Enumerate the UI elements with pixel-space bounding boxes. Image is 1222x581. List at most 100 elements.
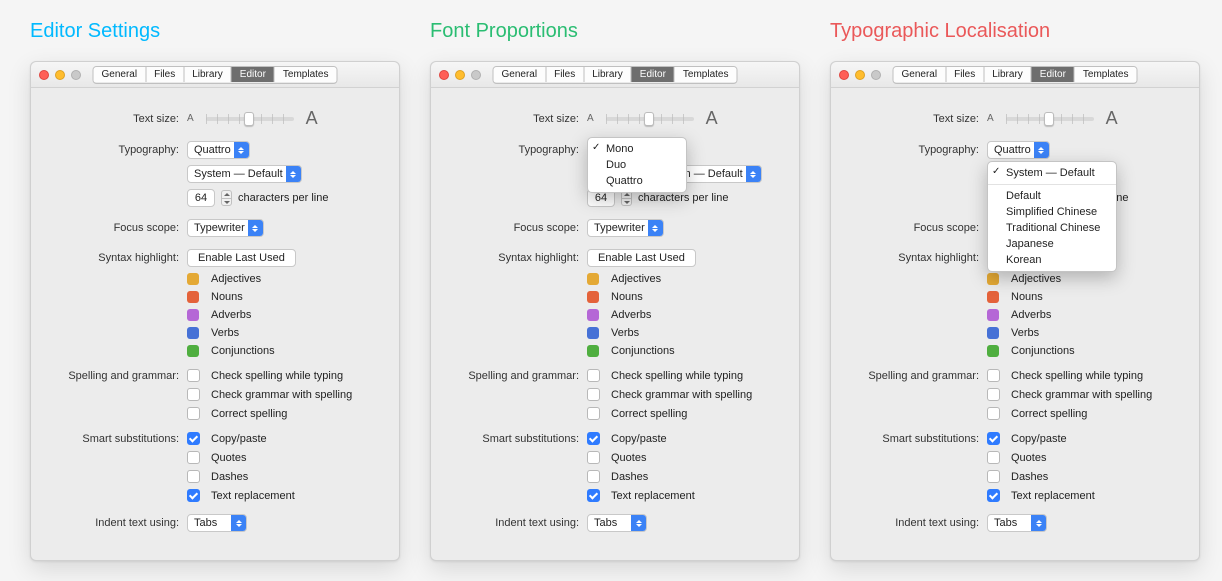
close-button[interactable] <box>839 70 849 80</box>
minimize-button[interactable] <box>455 70 465 80</box>
checkbox[interactable] <box>987 470 1000 483</box>
typography-option[interactable]: Quattro <box>588 173 686 189</box>
typography-select[interactable]: Quattro <box>187 141 250 159</box>
checkbox-label: Copy/paste <box>611 433 667 445</box>
checkbox[interactable] <box>987 388 1000 401</box>
typography-option[interactable]: Mono <box>588 141 686 157</box>
typography-select[interactable]: Quattro <box>987 141 1050 159</box>
system-font-option[interactable]: Korean <box>988 252 1116 268</box>
slider-thumb[interactable] <box>1044 112 1054 126</box>
tab-general[interactable]: General <box>894 67 947 82</box>
checkbox[interactable] <box>987 432 1000 445</box>
minimize-button[interactable] <box>55 70 65 80</box>
preferences-window: GeneralFilesLibraryEditorTemplates Text s… <box>30 61 400 561</box>
text-size-large-icon: A <box>306 108 318 129</box>
indent-select[interactable]: Tabs <box>987 514 1047 532</box>
checkbox-label: Text replacement <box>1011 490 1095 502</box>
zoom-button[interactable] <box>71 70 81 80</box>
minimize-button[interactable] <box>855 70 865 80</box>
chevron-updown-icon <box>1031 515 1046 531</box>
checkbox-label: Text replacement <box>611 490 695 502</box>
indent-select[interactable]: Tabs <box>187 514 247 532</box>
text-size-slider[interactable] <box>206 117 294 121</box>
tab-bar: GeneralFilesLibraryEditorTemplates <box>493 66 738 84</box>
checkbox[interactable] <box>187 470 200 483</box>
indent-label: Indent text using: <box>47 517 187 529</box>
focus-scope-select[interactable]: Typewriter <box>187 219 264 237</box>
preferences-window: GeneralFilesLibraryEditorTemplatesText s… <box>430 61 800 561</box>
checkbox[interactable] <box>187 388 200 401</box>
select-value: System — Default <box>194 168 283 180</box>
checkbox[interactable] <box>187 451 200 464</box>
column-title: Typographic Localisation <box>830 20 1200 43</box>
cpl-stepper[interactable] <box>221 190 232 206</box>
focus-scope-select[interactable]: Typewriter <box>587 219 664 237</box>
checkbox[interactable] <box>987 407 1000 420</box>
checkbox-label: Dashes <box>1011 471 1048 483</box>
tab-editor[interactable]: Editor <box>1032 67 1075 82</box>
system-font-option[interactable]: Japanese <box>988 236 1116 252</box>
checkbox[interactable] <box>587 407 600 420</box>
tab-templates[interactable]: Templates <box>1075 67 1137 82</box>
tab-bar: GeneralFilesLibraryEditorTemplates <box>893 66 1138 84</box>
indent-label: Indent text using: <box>447 517 587 529</box>
checkbox[interactable] <box>187 407 200 420</box>
close-button[interactable] <box>439 70 449 80</box>
tab-files[interactable]: Files <box>946 67 984 82</box>
indent-select[interactable]: Tabs <box>587 514 647 532</box>
checkbox[interactable] <box>587 388 600 401</box>
checkbox[interactable] <box>587 432 600 445</box>
cpl-field[interactable]: 64 <box>187 189 215 207</box>
syntax-tag-label: Adverbs <box>611 309 651 321</box>
tab-files[interactable]: Files <box>546 67 584 82</box>
system-font-option[interactable]: Default <box>988 188 1116 204</box>
checkbox-label: Check spelling while typing <box>211 370 343 382</box>
checkbox[interactable] <box>587 470 600 483</box>
system-font-dropdown[interactable]: System — Default DefaultSimplified Chines… <box>987 161 1117 272</box>
tab-library[interactable]: Library <box>584 67 632 82</box>
checkbox[interactable] <box>587 451 600 464</box>
close-button[interactable] <box>39 70 49 80</box>
checkbox[interactable] <box>587 369 600 382</box>
typography-option[interactable]: Duo <box>588 157 686 173</box>
syntax-enable-button[interactable]: Enable Last Used <box>187 249 296 267</box>
typography-dropdown[interactable]: MonoDuoQuattro <box>587 137 687 193</box>
checkbox[interactable] <box>187 432 200 445</box>
syntax-tag-label: Nouns <box>211 291 243 303</box>
typography-label: Typography: <box>847 144 987 156</box>
tab-templates[interactable]: Templates <box>675 67 737 82</box>
tab-library[interactable]: Library <box>184 67 232 82</box>
tab-templates[interactable]: Templates <box>275 67 337 82</box>
system-font-option[interactable]: Traditional Chinese <box>988 220 1116 236</box>
checkbox[interactable] <box>987 451 1000 464</box>
text-size-label: Text size: <box>47 113 187 125</box>
checkbox-label: Quotes <box>211 452 246 464</box>
tab-general[interactable]: General <box>94 67 147 82</box>
slider-thumb[interactable] <box>644 112 654 126</box>
slider-thumb[interactable] <box>244 112 254 126</box>
checkbox[interactable] <box>987 369 1000 382</box>
system-font-select[interactable]: System — Default <box>187 165 302 183</box>
system-font-option[interactable]: System — Default <box>988 165 1116 181</box>
checkbox-label: Dashes <box>211 471 248 483</box>
checkbox[interactable] <box>187 489 200 502</box>
checkbox-label: Correct spelling <box>611 408 687 420</box>
text-size-slider[interactable] <box>606 117 694 121</box>
text-size-slider[interactable] <box>1006 117 1094 121</box>
zoom-button[interactable] <box>471 70 481 80</box>
system-font-option[interactable]: Simplified Chinese <box>988 204 1116 220</box>
zoom-button[interactable] <box>871 70 881 80</box>
tab-general[interactable]: General <box>494 67 547 82</box>
smart-sub-label: Smart substitutions: <box>847 433 987 445</box>
checkbox[interactable] <box>987 489 1000 502</box>
checkbox[interactable] <box>587 489 600 502</box>
tab-files[interactable]: Files <box>146 67 184 82</box>
tab-library[interactable]: Library <box>984 67 1032 82</box>
tab-editor[interactable]: Editor <box>232 67 275 82</box>
chevron-updown-icon <box>234 142 249 158</box>
text-size-large-icon: A <box>1106 108 1118 129</box>
checkbox[interactable] <box>187 369 200 382</box>
checkbox-label: Check grammar with spelling <box>611 389 752 401</box>
tab-editor[interactable]: Editor <box>632 67 675 82</box>
syntax-enable-button[interactable]: Enable Last Used <box>587 249 696 267</box>
